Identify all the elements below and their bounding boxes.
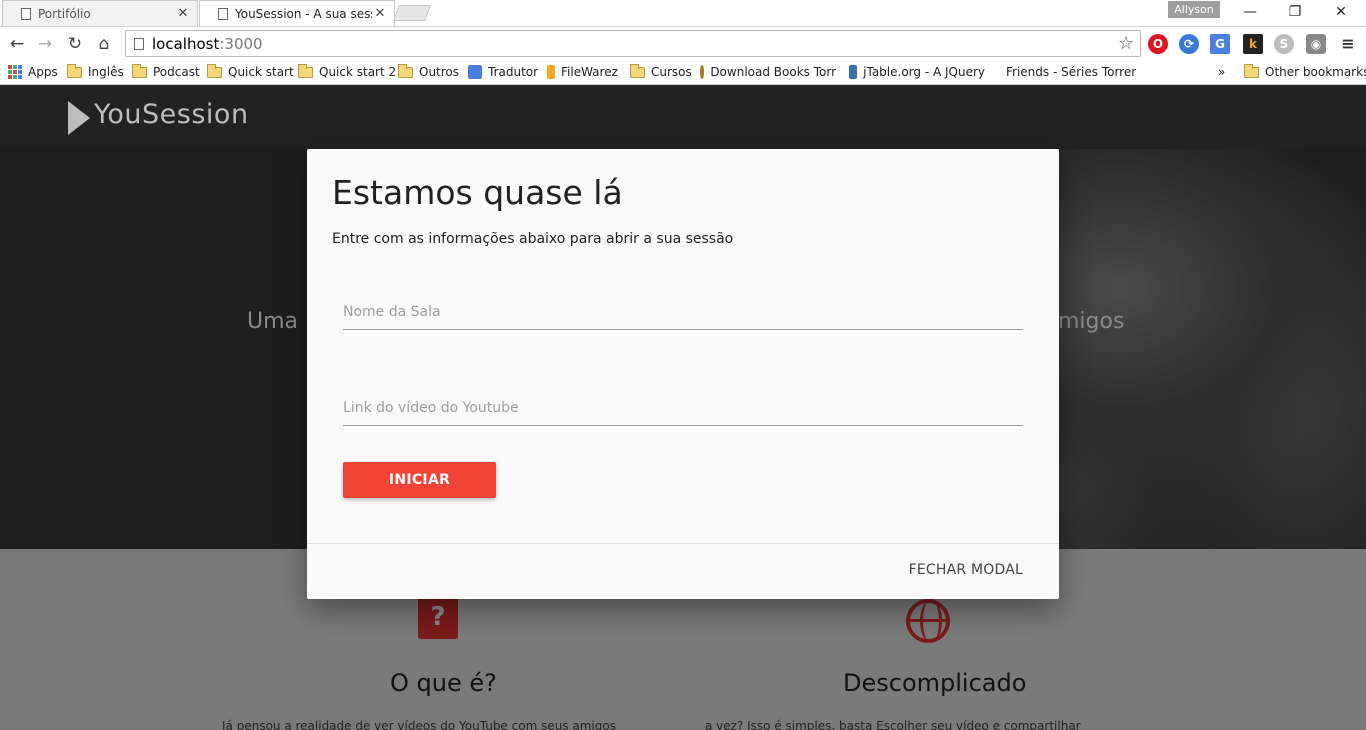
tab-title: Portifólio — [38, 6, 91, 21]
apps-grid-icon — [8, 65, 22, 79]
folder-icon — [398, 63, 413, 78]
bookmark-cursos[interactable]: Cursos — [630, 63, 692, 81]
more-bookmarks-button[interactable]: » — [1218, 63, 1225, 81]
folder-icon — [630, 63, 645, 78]
modal-subtitle: Entre com as informações abaixo para abr… — [332, 231, 734, 247]
bookmark-download-books[interactable]: Download Books Torr — [700, 63, 836, 81]
modal-footer: FECHAR MODAL — [307, 543, 1059, 599]
tab-yousession[interactable]: YouSession - A sua sessão ✕ — [199, 0, 395, 26]
page-icon — [134, 37, 144, 50]
shield-icon — [700, 65, 705, 79]
page-icon — [21, 7, 31, 20]
bookmark-quick-start-2[interactable]: Quick start 2 — [298, 63, 396, 81]
minimize-icon[interactable]: — — [1238, 3, 1262, 21]
home-icon[interactable]: ⌂ — [93, 33, 115, 55]
bookmark-friends[interactable]: Friends - Séries Torren — [1000, 63, 1136, 81]
browser-tab-bar: Portifólio ✕ YouSession - A sua sessão ✕… — [0, 0, 1366, 26]
menu-icon[interactable]: ≡ — [1338, 34, 1358, 54]
bookmark-filewarez[interactable]: FileWarez — [547, 63, 618, 81]
bookmark-jtable[interactable]: jTable.org - A JQuery — [849, 63, 985, 81]
restore-icon[interactable]: ❐ — [1283, 3, 1307, 21]
close-tab-icon[interactable]: ✕ — [175, 6, 191, 21]
url-text: localhost:3000 — [152, 34, 263, 53]
profile-button[interactable]: Allyson — [1168, 1, 1220, 18]
folder-icon — [132, 63, 147, 78]
k-extension-icon[interactable]: k — [1243, 34, 1263, 54]
bookmark-tradutor[interactable]: Tradutor — [468, 63, 538, 81]
tab-portifolio[interactable]: Portifólio ✕ — [2, 0, 198, 26]
page-viewport: YouSession Uma r migos ? O que é? Descom… — [0, 85, 1366, 730]
modal-title: Estamos quase lá — [332, 173, 623, 212]
opera-icon[interactable]: O — [1148, 34, 1168, 54]
bookmarks-bar: Apps Inglês Podcast Quick start Quick st… — [0, 59, 1366, 85]
close-tab-icon[interactable]: ✕ — [372, 6, 388, 21]
bookmark-apps[interactable]: Apps — [8, 63, 58, 81]
video-link-input[interactable] — [343, 386, 1023, 425]
close-window-icon[interactable]: ✕ — [1329, 3, 1353, 21]
room-name-field — [343, 290, 1023, 330]
folder-icon — [298, 63, 313, 78]
browser-toolbar: ← → ↻ ⌂ localhost:3000 ☆ O ⟳ G k S ◉ ≡ — [0, 26, 1366, 59]
jtable-icon — [849, 65, 858, 79]
camera-icon[interactable]: ◉ — [1306, 34, 1326, 54]
address-bar[interactable]: localhost:3000 ☆ — [125, 30, 1141, 57]
page-icon — [218, 7, 228, 20]
folder-icon — [207, 63, 222, 78]
tab-title: YouSession - A sua sessão — [235, 6, 372, 21]
session-modal: Estamos quase lá Entre com as informaçõe… — [307, 149, 1059, 599]
bookmark-quick-start[interactable]: Quick start — [207, 63, 294, 81]
room-name-input[interactable] — [343, 290, 1023, 329]
bookmark-podcast[interactable]: Podcast — [132, 63, 200, 81]
reload-icon[interactable]: ↻ — [64, 33, 86, 55]
bookmark-star-icon[interactable]: ☆ — [1118, 33, 1134, 54]
bookmark-outros[interactable]: Outros — [398, 63, 459, 81]
translate-icon[interactable]: G — [1210, 34, 1230, 54]
other-bookmarks[interactable]: Other bookmarks — [1244, 63, 1366, 81]
video-link-field — [343, 386, 1023, 426]
start-button[interactable]: INICIAR — [343, 462, 496, 498]
filewarez-icon — [547, 65, 555, 79]
close-modal-button[interactable]: FECHAR MODAL — [909, 562, 1023, 578]
sync-icon[interactable]: ⟳ — [1179, 34, 1199, 54]
folder-icon — [67, 63, 82, 78]
bookmark-ingles[interactable]: Inglês — [67, 63, 124, 81]
skype-icon[interactable]: S — [1274, 34, 1294, 54]
new-tab-button[interactable] — [393, 5, 431, 21]
back-icon[interactable]: ← — [6, 33, 28, 55]
folder-icon — [1244, 63, 1259, 78]
translate-icon — [468, 65, 482, 79]
forward-icon[interactable]: → — [34, 33, 56, 55]
